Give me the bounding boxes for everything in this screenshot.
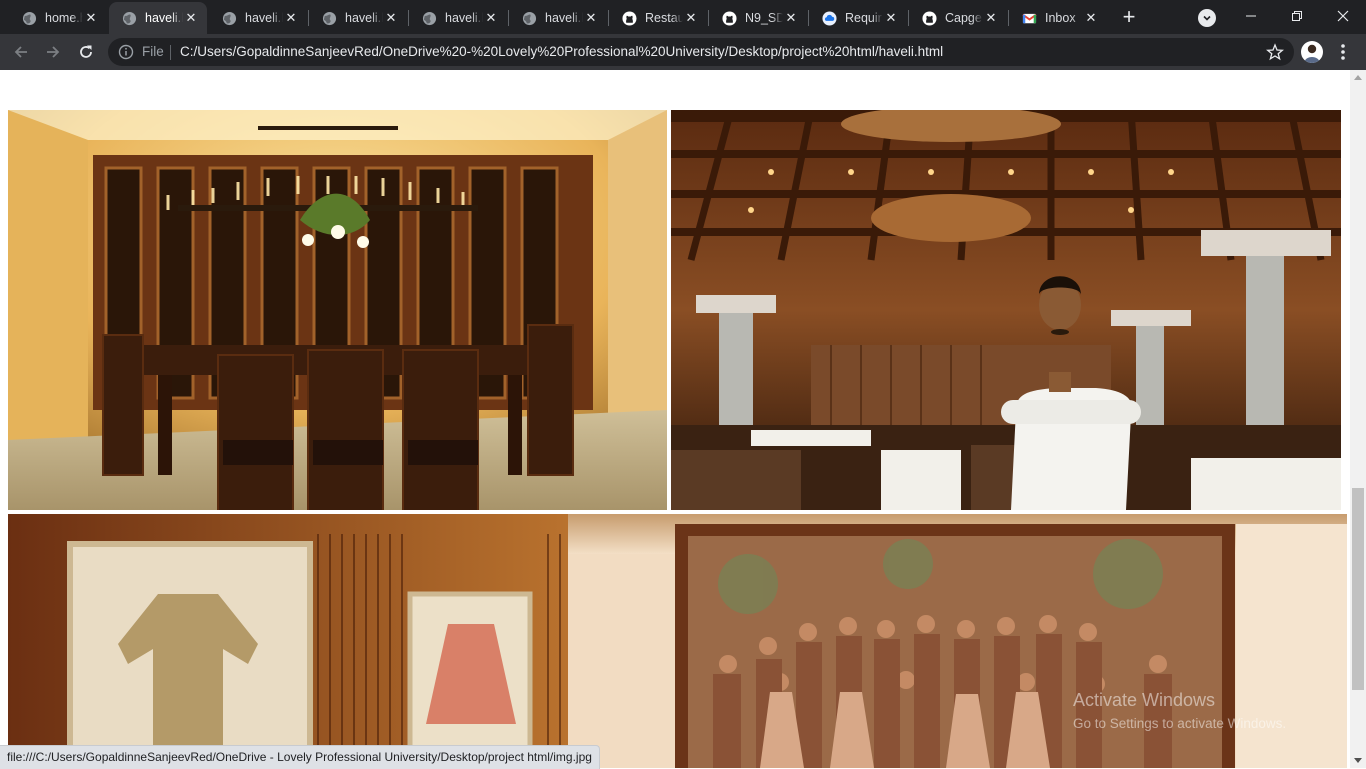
browser-toolbar: File C:/Users/GopaldinneSanjeevRed/OneDr… [0, 34, 1366, 70]
wine-room-photo[interactable] [8, 110, 667, 510]
tab-separator [1008, 10, 1009, 26]
wine-room-image [8, 110, 667, 510]
tab-title: Capge [945, 11, 982, 25]
close-tab-icon[interactable]: ✕ [983, 10, 999, 26]
chevron-down-icon [1203, 15, 1211, 21]
scrollbar-thumb[interactable] [1352, 488, 1364, 690]
close-tab-icon[interactable]: ✕ [283, 10, 299, 26]
profile-avatar[interactable] [1301, 41, 1323, 63]
browser-tab-11[interactable]: Inbox ✕ [1009, 2, 1107, 34]
restore-button[interactable] [1274, 0, 1320, 32]
globe-icon [21, 10, 37, 26]
globe-icon [121, 10, 137, 26]
minimize-icon [1246, 15, 1256, 17]
reload-icon [80, 45, 92, 58]
close-icon [1337, 10, 1349, 22]
dining-hall-image [671, 110, 1341, 510]
close-tab-icon[interactable]: ✕ [183, 10, 199, 26]
page-viewport [0, 70, 1350, 768]
tab-title: N9_SD [745, 11, 783, 25]
address-bar[interactable]: File C:/Users/GopaldinneSanjeevRed/OneDr… [108, 38, 1294, 66]
vertical-scrollbar[interactable] [1350, 70, 1366, 768]
minimize-button[interactable] [1228, 0, 1274, 32]
browser-tab-7[interactable]: Restau ✕ [609, 2, 707, 34]
browser-tab-8[interactable]: N9_SD ✕ [709, 2, 807, 34]
tab-separator [808, 10, 809, 26]
close-tab-icon[interactable]: ✕ [1083, 10, 1099, 26]
tab-title: Restau [645, 11, 683, 25]
close-tab-icon[interactable]: ✕ [383, 10, 399, 26]
tab-separator [708, 10, 709, 26]
close-tab-icon[interactable]: ✕ [83, 10, 99, 26]
dining-hall-chef-photo[interactable] [671, 110, 1341, 510]
browser-tab-9[interactable]: Requir ✕ [809, 2, 907, 34]
browser-tab-1[interactable]: home.h ✕ [9, 2, 107, 34]
new-tab-button[interactable]: + [1117, 6, 1141, 30]
tab-title: Inbox [1045, 11, 1076, 25]
github-icon [621, 10, 637, 26]
browser-tab-3[interactable]: haveli.h✕ [209, 2, 307, 34]
tab-title: haveli.h [145, 11, 183, 25]
tab-separator [408, 10, 409, 26]
github-icon [721, 10, 737, 26]
activation-watermark: Activate Windows Go to Settings to activ… [1073, 690, 1286, 731]
tab-search-button[interactable] [1198, 9, 1216, 27]
browser-tab-6[interactable]: haveli.h✕ [509, 2, 607, 34]
forward-button[interactable] [39, 38, 67, 66]
scheme-label: File [142, 44, 164, 59]
globe-icon [521, 10, 537, 26]
arrow-left-icon [14, 46, 27, 58]
tab-separator [608, 10, 609, 26]
scroll-down-arrow-icon[interactable] [1354, 758, 1362, 763]
back-button[interactable] [7, 38, 35, 66]
restore-icon [1292, 11, 1302, 21]
globe-icon [421, 10, 437, 26]
browser-tab-10[interactable]: Capge ✕ [909, 2, 1007, 34]
tab-separator [308, 10, 309, 26]
arrow-right-icon [47, 46, 60, 58]
more-menu-icon[interactable] [1336, 42, 1350, 62]
tab-title: haveli.h [345, 11, 383, 25]
close-window-button[interactable] [1320, 0, 1366, 32]
reload-button[interactable] [72, 38, 100, 66]
address-url[interactable]: C:/Users/GopaldinneSanjeevRed/OneDrive%2… [180, 44, 943, 59]
cloud-icon [821, 10, 837, 26]
close-tab-icon[interactable]: ✕ [783, 10, 799, 26]
tab-title: home.h [45, 11, 83, 25]
close-tab-icon[interactable]: ✕ [583, 10, 599, 26]
tab-title: haveli.h [445, 11, 483, 25]
tab-title: haveli.h [545, 11, 583, 25]
close-tab-icon[interactable]: ✕ [683, 10, 699, 26]
tab-strip: home.h✕haveli.h✕haveli.h✕haveli.h✕haveli… [0, 0, 1366, 34]
scroll-up-arrow-icon[interactable] [1354, 75, 1362, 80]
address-divider [170, 45, 171, 60]
watermark-line-2: Go to Settings to activate Windows. [1073, 716, 1287, 731]
close-tab-icon[interactable]: ✕ [883, 10, 899, 26]
bookmark-star-icon[interactable] [1266, 43, 1284, 61]
gmail-icon [1021, 10, 1037, 26]
link-status-bubble: file:///C:/Users/GopaldinneSanjeevRed/On… [0, 745, 600, 769]
browser-tab-2[interactable]: haveli.h✕ [109, 2, 207, 34]
browser-tab-5[interactable]: haveli.h✕ [409, 2, 507, 34]
info-icon[interactable] [118, 44, 134, 60]
tab-separator [908, 10, 909, 26]
tab-title: Requir [845, 11, 882, 25]
browser-tab-4[interactable]: haveli.h✕ [309, 2, 407, 34]
close-tab-icon[interactable]: ✕ [483, 10, 499, 26]
globe-icon [221, 10, 237, 26]
tab-separator [508, 10, 509, 26]
github-icon [921, 10, 937, 26]
watermark-line-1: Activate Windows [1073, 690, 1216, 710]
globe-icon [321, 10, 337, 26]
avatar-icon [1304, 44, 1320, 63]
tab-title: haveli.h [245, 11, 283, 25]
